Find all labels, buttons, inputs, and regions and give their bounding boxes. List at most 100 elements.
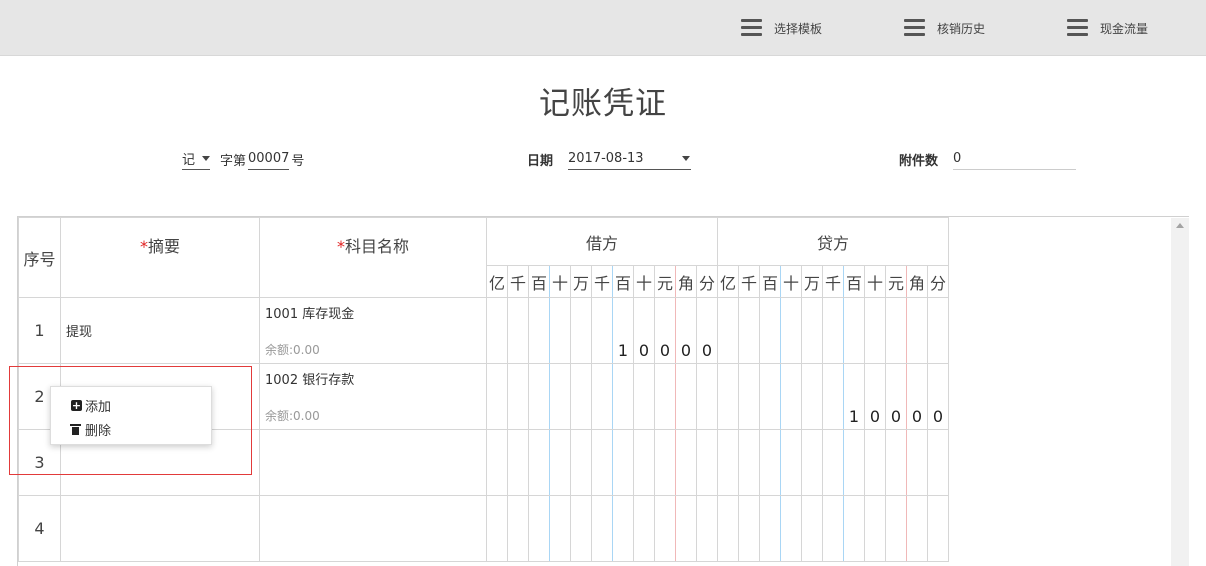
debit-digit-cell[interactable] [528,495,550,562]
summary-cell[interactable]: 提现 [60,297,260,364]
credit-digit-cell[interactable] [717,297,740,364]
debit-digit-cell[interactable] [486,495,508,562]
credit-digit-cell[interactable] [927,297,950,364]
debit-digit-cell[interactable] [675,495,697,562]
credit-digit-cell[interactable] [738,495,761,562]
cash-flow-button[interactable]: 现金流量 [1067,16,1148,40]
credit-digit-cell[interactable] [717,429,740,496]
table-row[interactable]: 4 [18,495,950,562]
debit-digit-cell[interactable]: 0 [654,297,676,364]
debit-digit-cell[interactable] [612,495,634,562]
credit-digit-cell[interactable] [885,297,908,364]
debit-digit-cell[interactable] [612,363,634,430]
credit-digit-cell[interactable]: 1 [843,363,866,430]
credit-digit-cell[interactable] [738,297,761,364]
credit-digit-cell[interactable] [822,429,845,496]
debit-digit-cell[interactable] [695,429,719,496]
debit-digit-cell[interactable]: 0 [695,297,719,364]
credit-digit-cell[interactable] [738,363,761,430]
credit-digit-cell[interactable] [822,297,845,364]
credit-digit-cell[interactable] [780,495,803,562]
credit-digit-cell[interactable] [927,429,950,496]
context-delete-item[interactable]: 删除 [70,420,111,439]
debit-digit-cell[interactable] [570,363,592,430]
credit-digit-cell[interactable] [801,297,824,364]
debit-digit-cell[interactable] [612,429,634,496]
credit-digit-cell[interactable] [738,429,761,496]
debit-digit-cell[interactable] [633,429,655,496]
credit-digit-cell[interactable] [885,429,908,496]
credit-digit-cell[interactable] [801,363,824,430]
table-row[interactable]: 1 提现 1001 库存现金 余额:0.00 1 0 0 0 0 [18,297,950,364]
voucher-number-input[interactable]: 00007 [248,148,290,170]
debit-digit-cell[interactable]: 0 [675,297,697,364]
credit-digit-cell[interactable] [759,297,782,364]
debit-digit-cell[interactable] [507,363,529,430]
credit-digit-cell[interactable] [906,297,929,364]
credit-digit-cell[interactable] [822,363,845,430]
credit-digit-cell[interactable]: 0 [927,363,950,430]
debit-digit-cell[interactable] [528,429,550,496]
credit-digit-cell[interactable]: 0 [885,363,908,430]
credit-digit-cell[interactable] [759,429,782,496]
credit-digit-cell[interactable] [801,495,824,562]
credit-digit-cell[interactable]: 0 [864,363,887,430]
debit-digit-cell[interactable]: 1 [612,297,634,364]
debit-digit-cell[interactable] [507,495,529,562]
debit-digit-cell[interactable] [591,429,613,496]
debit-digit-cell[interactable] [591,297,613,364]
debit-digit-cell[interactable] [695,363,719,430]
credit-digit-cell[interactable] [864,495,887,562]
scroll-up-arrow-icon[interactable] [1176,223,1184,228]
date-picker[interactable]: 2017-08-13 [568,148,692,170]
subject-cell[interactable]: 1001 库存现金 余额:0.00 [259,297,487,364]
credit-digit-cell[interactable] [843,429,866,496]
debit-digit-cell[interactable] [528,363,550,430]
debit-digit-cell[interactable] [654,495,676,562]
credit-digit-cell[interactable] [717,495,740,562]
subject-cell[interactable] [259,495,487,562]
select-template-button[interactable]: 选择模板 [741,16,822,40]
summary-cell[interactable] [60,495,260,562]
debit-digit-cell[interactable] [591,495,613,562]
debit-digit-cell[interactable] [633,363,655,430]
credit-digit-cell[interactable] [906,495,929,562]
credit-digit-cell[interactable] [822,495,845,562]
credit-digit-cell[interactable] [906,429,929,496]
credit-digit-cell[interactable] [843,297,866,364]
credit-digit-cell[interactable] [927,495,950,562]
debit-digit-cell[interactable] [675,363,697,430]
debit-digit-cell[interactable] [675,429,697,496]
credit-digit-cell[interactable] [759,363,782,430]
subject-cell[interactable]: 1002 银行存款 余额:0.00 [259,363,487,430]
debit-digit-cell[interactable] [633,495,655,562]
debit-digit-cell[interactable] [549,363,571,430]
debit-digit-cell[interactable] [549,495,571,562]
credit-digit-cell[interactable]: 0 [906,363,929,430]
context-add-item[interactable]: + 添加 [71,396,111,415]
credit-digit-cell[interactable] [780,363,803,430]
credit-digit-cell[interactable] [780,297,803,364]
credit-digit-cell[interactable] [717,363,740,430]
debit-digit-cell[interactable] [486,363,508,430]
vertical-scrollbar[interactable] [1171,218,1189,566]
credit-digit-cell[interactable] [801,429,824,496]
debit-digit-cell[interactable] [570,495,592,562]
credit-digit-cell[interactable] [843,495,866,562]
debit-digit-cell[interactable] [654,363,676,430]
subject-cell[interactable] [259,429,487,496]
debit-digit-cell[interactable] [570,297,592,364]
debit-digit-cell[interactable] [528,297,550,364]
attachments-input[interactable]: 0 [953,148,1077,170]
debit-digit-cell[interactable] [486,429,508,496]
debit-digit-cell[interactable] [591,363,613,430]
debit-digit-cell[interactable] [549,297,571,364]
debit-digit-cell[interactable]: 0 [633,297,655,364]
credit-digit-cell[interactable] [759,495,782,562]
voucher-word-select[interactable]: 记 [182,148,210,170]
debit-digit-cell[interactable] [654,429,676,496]
debit-digit-cell[interactable] [549,429,571,496]
credit-digit-cell[interactable] [864,429,887,496]
debit-digit-cell[interactable] [486,297,508,364]
credit-digit-cell[interactable] [885,495,908,562]
